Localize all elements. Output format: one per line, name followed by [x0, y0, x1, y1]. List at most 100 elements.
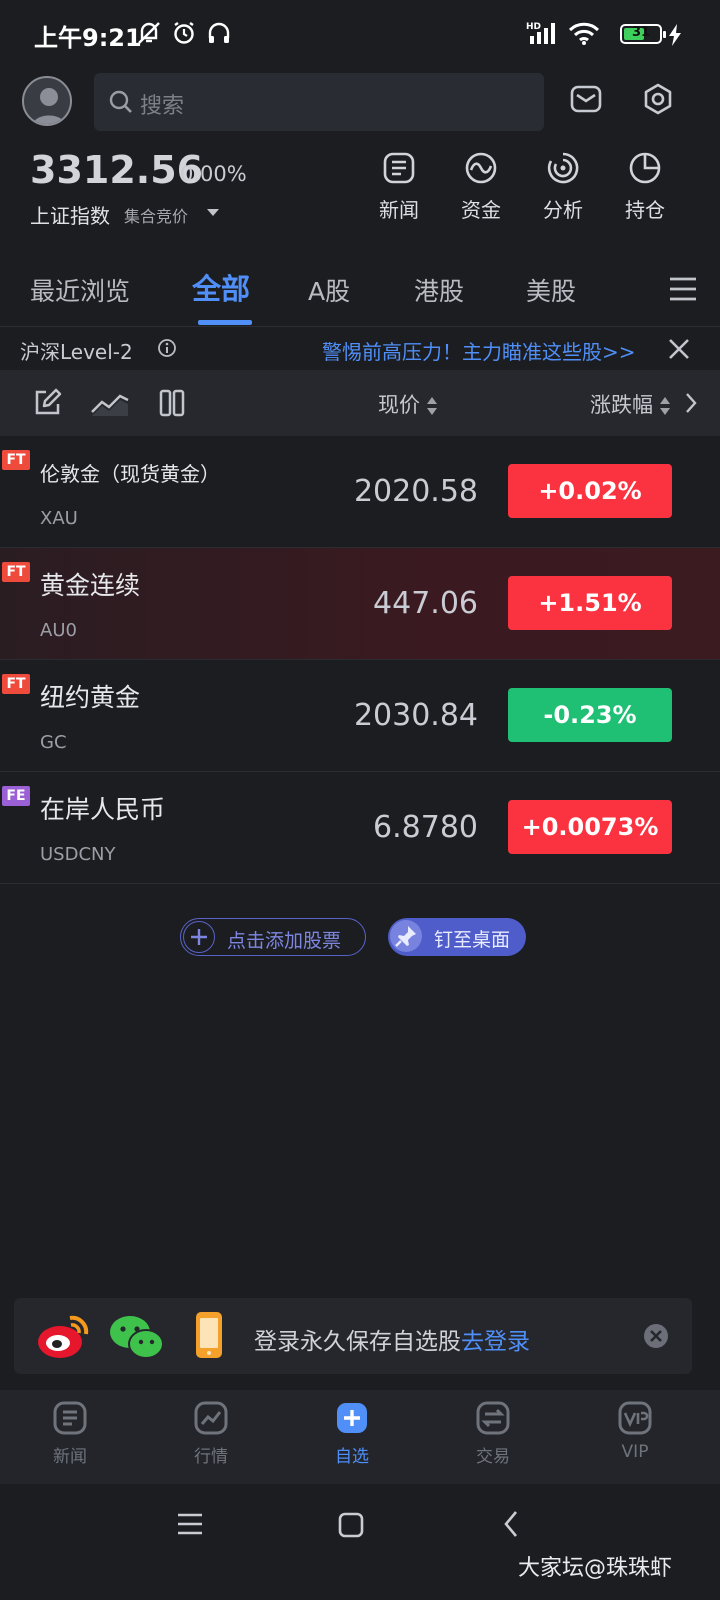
market-tag: FT	[2, 562, 30, 582]
chevron-right-icon[interactable]	[684, 392, 698, 414]
search-input[interactable]: 搜索	[94, 73, 544, 131]
user-silhouette-icon	[32, 88, 66, 124]
phone-login-icon[interactable]	[194, 1310, 224, 1360]
change-badge[interactable]: +0.0073%	[508, 800, 672, 854]
settings-hexagon-icon[interactable]	[641, 82, 675, 116]
home-icon[interactable]	[338, 1512, 364, 1538]
change-badge[interactable]: +0.02%	[508, 464, 672, 518]
search-icon	[108, 89, 134, 115]
charging-icon	[668, 24, 682, 46]
pin-to-desktop-button[interactable]: 钉至桌面	[388, 918, 526, 956]
status-bar: 上午9:21 HD 31	[0, 0, 720, 66]
sort-icon	[659, 396, 671, 416]
fund-flow-icon	[465, 152, 497, 184]
vip-badge-icon	[618, 1401, 652, 1435]
search-placeholder: 搜索	[140, 94, 185, 119]
login-prompt: 登录永久保存自选股去登录	[254, 1322, 530, 1356]
edit-icon[interactable]	[32, 388, 62, 418]
watermark: 大家坛@珠珠虾	[518, 1556, 673, 1581]
nav-label: 自选	[335, 1447, 369, 1467]
app-screen: { "status_bar": {"time": "上午9:21", "sign…	[0, 0, 720, 1600]
price-column-header[interactable]: 现价	[378, 389, 438, 419]
market-tag: FT	[2, 450, 30, 470]
nav-label: 行情	[194, 1447, 228, 1467]
instrument-name: 伦敦金（现货黄金）	[40, 462, 220, 486]
change-column-header[interactable]: 涨跌幅	[590, 389, 671, 419]
instrument-name: 黄金连续	[40, 571, 141, 600]
change-column-label: 涨跌幅	[590, 393, 653, 417]
chevron-down-icon[interactable]	[207, 209, 219, 216]
divider	[0, 326, 720, 327]
market-tag: FE	[2, 786, 30, 806]
watchlist-plus-icon	[337, 1403, 367, 1433]
market-tag: FT	[2, 674, 30, 694]
weibo-icon[interactable]	[36, 1310, 92, 1362]
nav-label: 交易	[476, 1447, 510, 1467]
level2-promo-link[interactable]: 警惕前高压力！主力瞄准这些股>>	[322, 336, 636, 365]
table-row[interactable]: FT 黄金连续 AU0 447.06 +1.51%	[0, 548, 720, 660]
quick-link-news[interactable]: 新闻	[364, 150, 434, 223]
instrument-code: XAU	[40, 508, 78, 529]
price-column-label: 现价	[378, 393, 420, 417]
nav-market[interactable]: 行情	[161, 1400, 261, 1467]
tab-hk-stocks[interactable]: 港股	[414, 272, 464, 308]
tab-active-indicator	[198, 320, 252, 325]
add-stock-button[interactable]: 点击添加股票	[180, 918, 366, 956]
mail-icon[interactable]	[569, 82, 603, 116]
pin-icon	[390, 920, 422, 952]
mute-bell-icon	[136, 20, 162, 46]
nav-watchlist[interactable]: 自选	[302, 1400, 402, 1467]
back-icon[interactable]	[502, 1510, 520, 1538]
trend-chart-icon[interactable]	[90, 388, 130, 418]
change-badge[interactable]: +1.51%	[508, 576, 672, 630]
login-link[interactable]: 去登录	[461, 1329, 530, 1355]
system-nav-bar	[0, 1484, 720, 1600]
close-icon[interactable]	[668, 338, 690, 360]
avatar[interactable]	[22, 76, 72, 126]
nav-label: 新闻	[53, 1447, 87, 1467]
svg-text:HD: HD	[526, 22, 541, 32]
instrument-price: 2030.84	[353, 698, 478, 733]
index-session[interactable]: 集合竞价	[124, 203, 188, 227]
holdings-pie-icon	[629, 152, 661, 184]
tab-all[interactable]: 全部	[192, 266, 250, 308]
level2-bar: 沪深Level-2 警惕前高压力！主力瞄准这些股>>	[0, 328, 720, 370]
tab-recent[interactable]: 最近浏览	[30, 272, 130, 308]
plus-icon	[183, 921, 215, 953]
headphones-icon	[206, 20, 232, 46]
columns-view-icon[interactable]	[158, 388, 186, 418]
index-name[interactable]: 上证指数	[30, 200, 110, 229]
close-circle-icon[interactable]	[642, 1322, 670, 1350]
change-badge[interactable]: -0.23%	[508, 688, 672, 742]
tab-a-shares[interactable]: A股	[308, 272, 350, 308]
table-row[interactable]: FE 在岸人民币 USDCNY 6.8780 +0.0073%	[0, 772, 720, 884]
info-icon[interactable]	[157, 338, 177, 358]
news-icon	[383, 152, 415, 184]
instrument-price: 6.8780	[373, 810, 478, 845]
index-value: 3312.56	[30, 148, 204, 192]
quick-link-holdings[interactable]: 持仓	[610, 150, 680, 223]
table-row[interactable]: FT 伦敦金（现货黄金） XAU 2020.58 +0.02%	[0, 436, 720, 548]
nav-news[interactable]: 新闻	[20, 1400, 120, 1467]
table-row[interactable]: FT 纽约黄金 GC 2030.84 -0.23%	[0, 660, 720, 772]
hamburger-menu-icon[interactable]	[668, 276, 698, 302]
quick-link-fund[interactable]: 资金	[446, 150, 516, 223]
instrument-name: 纽约黄金	[40, 683, 141, 712]
add-stock-label: 点击添加股票	[227, 930, 342, 952]
instrument-code: GC	[40, 732, 67, 753]
nav-vip[interactable]: VIP	[585, 1400, 685, 1462]
quick-link-analysis[interactable]: 分析	[528, 150, 598, 223]
wechat-icon[interactable]	[108, 1312, 166, 1362]
quick-link-label: 持仓	[625, 198, 665, 222]
watchlist-tabs: 最近浏览 全部 A股 港股 美股	[0, 262, 720, 326]
level2-label: 沪深Level-2	[20, 340, 133, 364]
news-nav-icon	[53, 1401, 87, 1435]
nav-label: VIP	[621, 1442, 649, 1462]
trade-exchange-icon	[476, 1401, 510, 1435]
recent-apps-icon[interactable]	[176, 1512, 204, 1536]
quick-link-label: 新闻	[379, 198, 419, 222]
battery-level: 31	[631, 25, 651, 40]
nav-trade[interactable]: 交易	[443, 1400, 543, 1467]
tab-us-stocks[interactable]: 美股	[526, 272, 576, 308]
instrument-price: 447.06	[373, 586, 478, 621]
